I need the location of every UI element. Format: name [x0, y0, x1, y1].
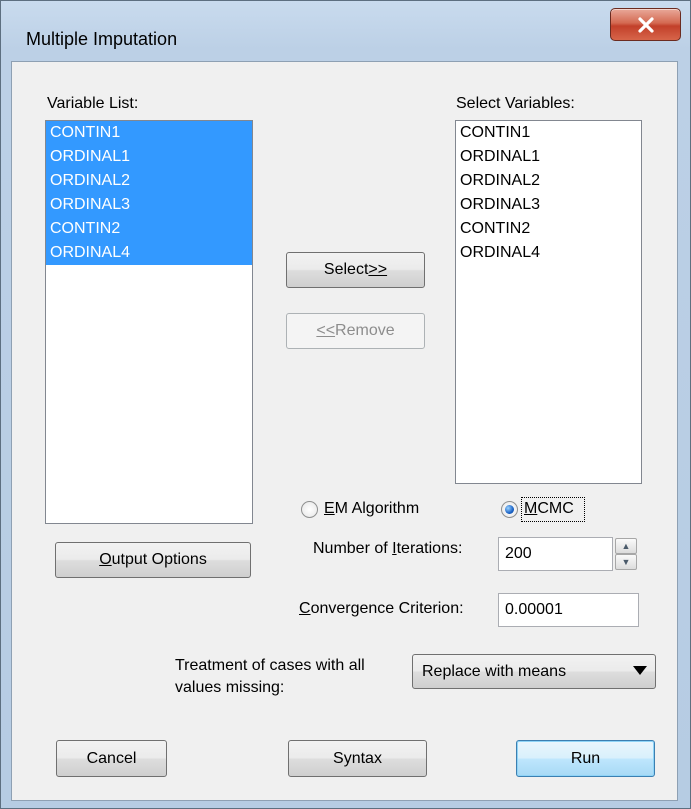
variable-list[interactable]: CONTIN1 ORDINAL1 ORDINAL2 ORDINAL3 CONTIN2 OR…: [45, 120, 253, 524]
selected-variable-item[interactable]: ORDINAL4: [456, 241, 641, 265]
iterations-spinner[interactable]: ▲ ▼: [615, 538, 637, 570]
mcmc-label[interactable]: MCMC: [524, 500, 574, 518]
syntax-button[interactable]: Syntax: [288, 740, 427, 777]
remove-button-label: Remove: [335, 322, 395, 339]
multiple-imputation-dialog: Multiple Imputation Variable List: CONTI…: [0, 0, 691, 809]
treatment-dropdown[interactable]: Replace with means: [412, 654, 656, 689]
select-variables-label: Select Variables:: [456, 95, 575, 112]
select-button[interactable]: Select >>: [286, 252, 425, 288]
selected-variable-item[interactable]: ORDINAL1: [456, 145, 641, 169]
variable-list-item[interactable]: ORDINAL3: [46, 193, 252, 217]
output-options-mnemonic: O: [99, 551, 112, 568]
treatment-label-line2: values missing:: [175, 679, 285, 696]
output-options-button[interactable]: Output Options: [55, 542, 251, 578]
triangle-up-icon: ▲: [621, 541, 631, 551]
variable-list-label: Variable List:: [47, 95, 139, 112]
radio-selected-dot: [505, 505, 514, 514]
selected-variable-item[interactable]: ORDINAL2: [456, 169, 641, 193]
selected-variables-list[interactable]: CONTIN1 ORDINAL1 ORDINAL2 ORDINAL3 CONTIN2 OR…: [455, 120, 642, 484]
variable-list-item[interactable]: ORDINAL4: [46, 241, 252, 265]
iterations-label: Number of Iterations:: [313, 540, 463, 557]
mcmc-radio[interactable]: [501, 501, 518, 518]
selected-variable-item[interactable]: CONTIN1: [456, 121, 641, 145]
spin-down-button[interactable]: ▼: [615, 554, 637, 570]
window-title: Multiple Imputation: [26, 29, 178, 49]
output-options-label: utput Options: [111, 551, 207, 568]
spin-up-button[interactable]: ▲: [615, 538, 637, 554]
em-algorithm-label[interactable]: EM Algorithm: [324, 500, 419, 518]
treatment-label-line1: Treatment of cases with all: [175, 657, 365, 674]
cancel-button[interactable]: Cancel: [56, 740, 167, 777]
convergence-input[interactable]: 0.00001: [498, 593, 639, 627]
select-button-mnemonic: >>: [368, 261, 388, 278]
remove-button-mnemonic: <<: [316, 322, 336, 339]
variable-list-item[interactable]: ORDINAL2: [46, 169, 252, 193]
run-button[interactable]: Run: [516, 740, 655, 777]
variable-list-item[interactable]: ORDINAL1: [46, 145, 252, 169]
em-algorithm-radio[interactable]: [301, 501, 318, 518]
triangle-down-icon: [633, 666, 647, 675]
selected-variable-item[interactable]: ORDINAL3: [456, 193, 641, 217]
variable-list-item[interactable]: CONTIN2: [46, 217, 252, 241]
convergence-label: Convergence Criterion:: [299, 600, 464, 617]
iterations-input[interactable]: 200: [498, 537, 613, 571]
close-button[interactable]: [610, 8, 681, 41]
dialog-body: Variable List: CONTIN1 ORDINAL1 ORDINAL2 OR…: [11, 61, 678, 801]
treatment-dropdown-value: Replace with means: [422, 662, 567, 680]
close-x-icon: [637, 16, 654, 33]
selected-variable-item[interactable]: CONTIN2: [456, 217, 641, 241]
title-bar[interactable]: Multiple Imputation: [1, 1, 690, 61]
triangle-down-icon: ▼: [621, 557, 631, 567]
select-button-label: Select: [323, 261, 369, 278]
remove-button[interactable]: << Remove: [286, 313, 425, 349]
variable-list-item[interactable]: CONTIN1: [46, 121, 252, 145]
